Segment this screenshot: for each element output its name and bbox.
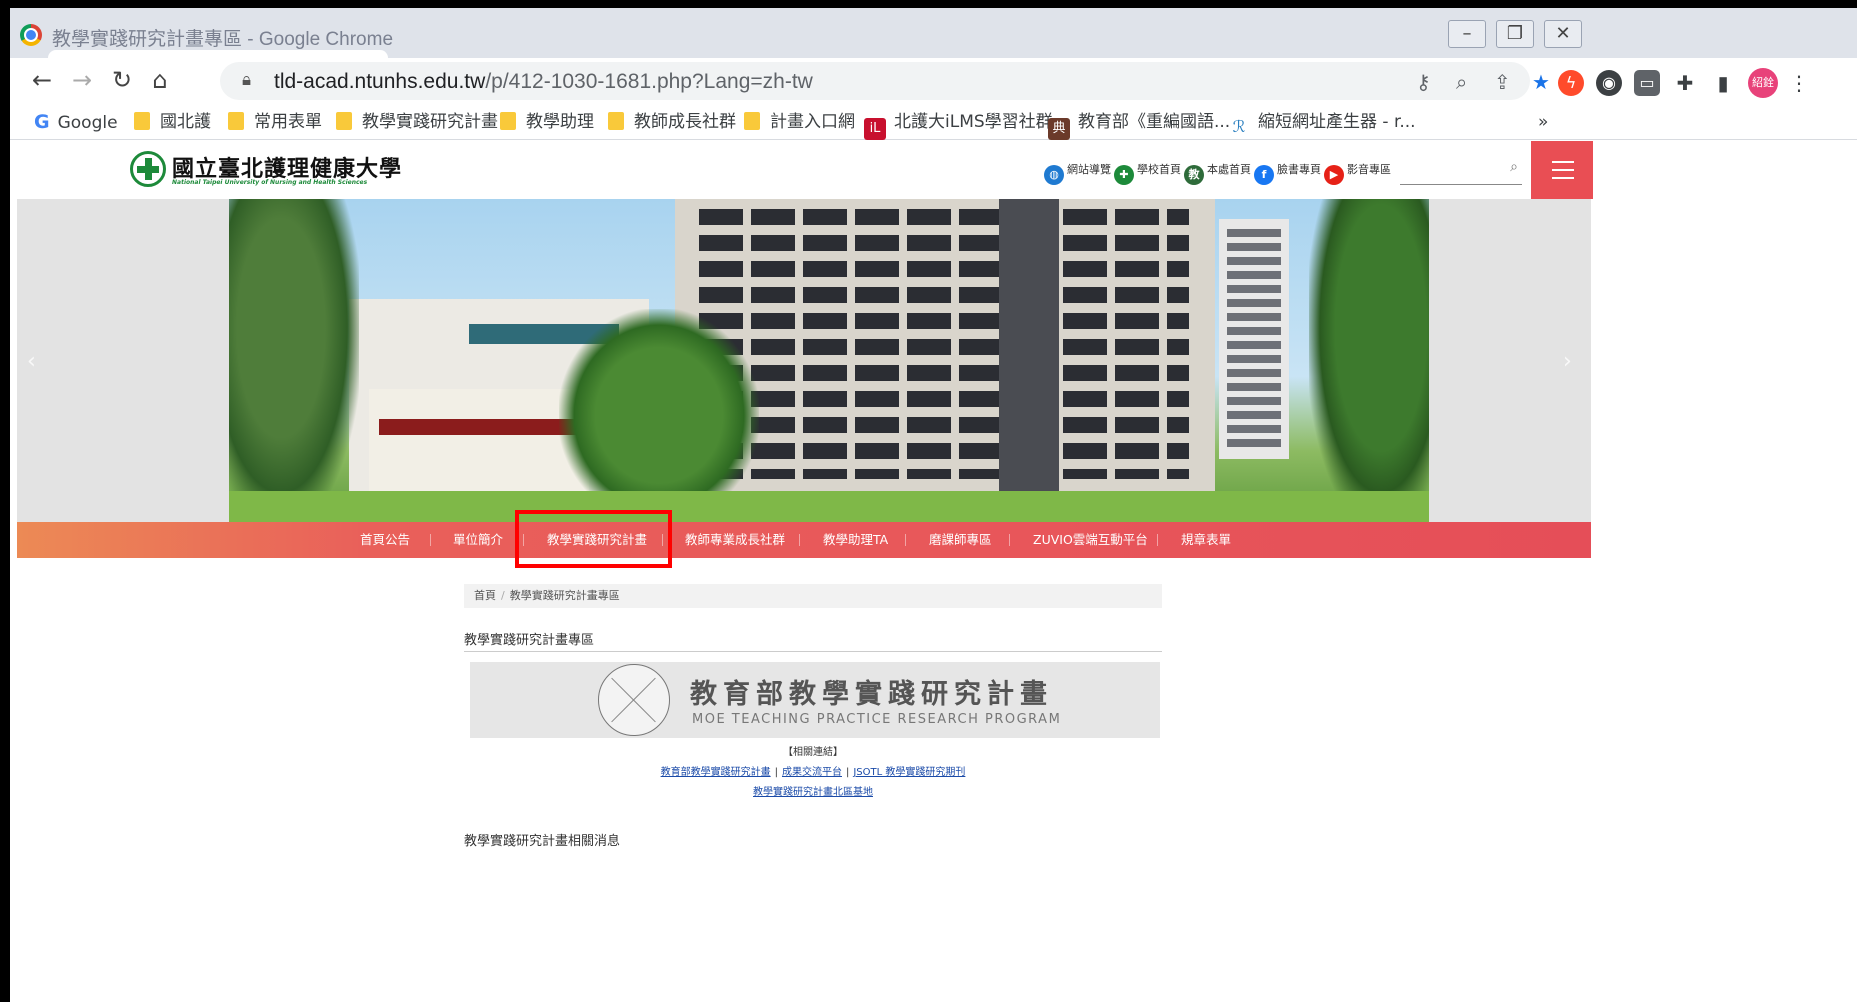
google-icon: G <box>34 111 50 133</box>
folder-icon <box>608 112 624 130</box>
bookmark-google[interactable]: G Google <box>34 110 118 134</box>
nav-item-unit-intro[interactable]: 單位簡介 <box>453 522 503 558</box>
zoom-icon[interactable]: ⌕ <box>1456 70 1467 94</box>
minimize-button[interactable]: – <box>1448 20 1486 48</box>
moe-program-emblem-icon <box>598 664 670 736</box>
extensions-puzzle-icon[interactable]: ✚ <box>1672 70 1698 96</box>
breadcrumb-home[interactable]: 首頁 <box>474 589 496 602</box>
folder-icon <box>134 112 150 130</box>
close-button[interactable]: ✕ <box>1544 20 1582 48</box>
share-icon[interactable]: ⇪ <box>1494 70 1511 94</box>
address-bar[interactable]: 🔒︎ tld-acad.ntunhs.edu.tw/p/412-1030-168… <box>220 62 1550 100</box>
header-link-sitemap[interactable]: ◍ 網站導覽 <box>1044 159 1111 185</box>
hamburger-menu-button[interactable] <box>1531 141 1593 199</box>
browser-window: 教學實踐研究計畫專區 - Google Chrome – ❐ ✕ ← → ↻ ⌂… <box>10 8 1857 1002</box>
breadcrumb: 首頁 / 教學實踐研究計畫專區 <box>464 584 1162 608</box>
active-tab[interactable] <box>48 50 388 58</box>
folder-icon <box>336 112 352 130</box>
teach-icon: 教 <box>1184 165 1204 185</box>
moe-title-zh: 教育部教學實踐研究計畫 <box>690 679 1053 710</box>
ilms-icon: iL <box>864 118 886 140</box>
youtube-icon: ▶ <box>1324 165 1344 185</box>
header-link-facebook[interactable]: f 臉書專頁 <box>1254 159 1321 185</box>
moe-program-banner[interactable]: 教育部教學實踐研究計畫 MOE TEACHING PRACTICE RESEAR… <box>470 662 1160 738</box>
extension-shield-icon[interactable]: ◉ <box>1596 70 1622 96</box>
title-divider <box>464 651 1162 652</box>
nav-item-zuvio[interactable]: ZUVIO雲端互動平台 <box>1033 522 1148 558</box>
url-text[interactable]: tld-acad.ntunhs.edu.tw/p/412-1030-1681.p… <box>274 70 813 94</box>
nav-item-home-news[interactable]: 首頁公告 <box>360 522 410 558</box>
bookmarks-bar: G Google 國北護 常用表單 教學實踐研究計畫 教學助理 教師成長社群 計畫… <box>10 102 1857 140</box>
site-search: ⌕ <box>1400 155 1522 185</box>
globe-icon: ◍ <box>1044 165 1064 185</box>
breadcrumb-current[interactable]: 教學實踐研究計畫專區 <box>510 589 620 602</box>
header-link-school[interactable]: ✚ 學校首頁 <box>1114 159 1181 185</box>
home-icon[interactable]: ⌂ <box>146 66 174 94</box>
university-emblem-icon <box>130 151 166 187</box>
related-links-row: 教學實踐研究計畫北區基地 <box>464 783 1162 798</box>
chrome-logo-icon <box>20 24 42 46</box>
bookmark-folder[interactable]: 教師成長社群 <box>608 110 736 134</box>
bookmark-star-icon[interactable]: ★ <box>1532 70 1550 94</box>
moe-dict-icon: 典 <box>1048 118 1070 140</box>
search-icon[interactable]: ⌕ <box>1510 159 1518 175</box>
related-links-row: 教育部教學實踐研究計畫 | 成果交流平台 | JSOTL 教學實踐研究期刊 <box>660 767 966 778</box>
side-panel-icon[interactable]: ▮ <box>1710 70 1736 96</box>
folder-icon <box>500 112 516 130</box>
site-search-input[interactable] <box>1400 155 1496 181</box>
bookmark-folder[interactable]: 常用表單 <box>228 110 322 134</box>
link-moe-program[interactable]: 教育部教學實踐研究計畫 <box>661 767 771 778</box>
hero-banner: ‹ › <box>17 199 1591 522</box>
link-results-platform[interactable]: 成果交流平台 <box>782 767 842 778</box>
nav-item-mooc[interactable]: 磨課師專區 <box>929 522 992 558</box>
extension-chat-icon[interactable]: ▭ <box>1634 70 1660 96</box>
bookmark-folder[interactable]: 計畫入口網 <box>744 110 855 134</box>
facebook-icon: f <box>1254 165 1274 185</box>
restore-button[interactable]: ❐ <box>1496 20 1534 48</box>
banner-prev-icon[interactable]: ‹ <box>27 349 36 374</box>
bookmarks-overflow-button[interactable]: » <box>1538 110 1548 134</box>
window-title: 教學實踐研究計畫專區 - Google Chrome <box>52 29 394 50</box>
nav-item-regulations[interactable]: 規章表單 <box>1181 522 1231 558</box>
reload-icon[interactable]: ↻ <box>108 66 136 94</box>
bookmark-folder[interactable]: 教學實踐研究計畫 <box>336 110 498 134</box>
lock-icon[interactable]: 🔒︎ <box>242 70 251 90</box>
bookmark-folder[interactable]: 教學助理 <box>500 110 594 134</box>
back-icon[interactable]: ← <box>28 66 56 94</box>
school-cross-icon: ✚ <box>1114 165 1134 185</box>
related-links-label: 【相關連結】 <box>783 747 843 758</box>
bookmark-folder[interactable]: 國北護 <box>134 110 211 134</box>
highlight-annotation <box>515 510 672 568</box>
key-icon[interactable]: ⚷ <box>1416 70 1431 94</box>
folder-icon <box>744 112 760 130</box>
bookmark-reurl[interactable]: ℛ 縮短網址產生器 - r... <box>1228 110 1416 136</box>
main-nav: 首頁公告 單位簡介 教學實踐研究計畫 教師專業成長社群 教學助理TA 磨課師專區… <box>17 522 1591 558</box>
browser-toolbar: ← → ↻ ⌂ 🔒︎ tld-acad.ntunhs.edu.tw/p/412-… <box>10 58 1857 102</box>
campus-photo <box>229 199 1429 522</box>
link-jsotl-journal[interactable]: JSOTL 教學實踐研究期刊 <box>853 767 965 778</box>
folder-icon <box>228 112 244 130</box>
header-link-office[interactable]: 教本處首頁 <box>1184 159 1251 185</box>
site-header: 國立臺北護理健康大學 National Taipei University of… <box>10 141 1857 199</box>
reurl-icon: ℛ <box>1232 117 1246 136</box>
nav-item-teaching-assistant[interactable]: 教學助理TA <box>823 522 888 558</box>
news-section-title: 教學實踐研究計畫相關消息 <box>464 834 621 849</box>
page-title: 教學實踐研究計畫專區 <box>464 633 595 648</box>
bookmark-moe-dict[interactable]: 典教育部《重編國語... <box>1048 110 1230 140</box>
forward-icon[interactable]: → <box>68 66 96 94</box>
link-north-base[interactable]: 教學實踐研究計畫北區基地 <box>753 787 873 798</box>
moe-title-en: MOE TEACHING PRACTICE RESEARCH PROGRAM <box>692 712 1062 727</box>
extension-flash-icon[interactable]: ϟ <box>1558 70 1584 96</box>
profile-avatar[interactable]: 紹銓 <box>1748 68 1778 98</box>
bookmark-ilms[interactable]: iL 北護大iLMS學習社群 <box>864 110 1053 140</box>
nav-item-teacher-community[interactable]: 教師專業成長社群 <box>685 522 785 558</box>
banner-next-icon[interactable]: › <box>1563 349 1572 374</box>
header-link-video[interactable]: ▶ 影音專區 <box>1324 159 1391 185</box>
browser-menu-icon[interactable]: ⋮ <box>1786 70 1812 96</box>
title-bar: 教學實踐研究計畫專區 - Google Chrome – ❐ ✕ <box>10 8 1857 58</box>
